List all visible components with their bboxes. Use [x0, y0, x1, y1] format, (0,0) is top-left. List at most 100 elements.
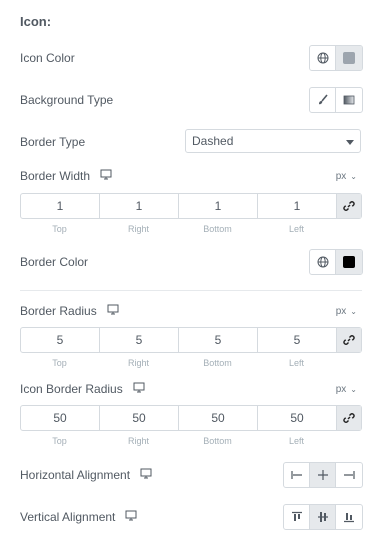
chevron-down-icon: ⌄: [350, 307, 357, 316]
border-width-side-labels: Top Right Bottom Left: [20, 224, 336, 234]
align-center-horizontal-icon: [317, 470, 328, 480]
monitor-icon[interactable]: [133, 382, 145, 396]
icon-border-radius-side-labels: Top Right Bottom Left: [20, 436, 336, 446]
globe-icon: [317, 52, 328, 64]
border-color-swatch: [343, 256, 355, 268]
monitor-icon[interactable]: [107, 304, 119, 318]
align-middle-icon: [317, 512, 328, 522]
border-color-picker-button[interactable]: [336, 250, 362, 274]
align-middle-button[interactable]: [310, 505, 336, 529]
link-icon: [343, 201, 355, 211]
side-label-left: Left: [288, 436, 304, 446]
border-radius-unit-select[interactable]: px ⌄: [336, 306, 357, 317]
align-end-horizontal-icon: [344, 471, 355, 479]
gradient-icon: [343, 95, 355, 105]
icon-color-controls: [309, 45, 363, 71]
align-start-horizontal-icon: [290, 471, 302, 479]
border-width-right-input[interactable]: 1: [100, 194, 179, 218]
horizontal-alignment-label: Horizontal Alignment: [20, 468, 152, 482]
background-type-label: Background Type: [20, 93, 113, 107]
border-width-unit-select[interactable]: px ⌄: [336, 171, 357, 182]
icon-color-label: Icon Color: [20, 51, 75, 65]
background-classic-button[interactable]: [310, 88, 336, 112]
align-center-button[interactable]: [310, 463, 336, 487]
side-label-right: Right: [127, 224, 149, 234]
monitor-icon[interactable]: [125, 510, 137, 524]
icon-color-picker-button[interactable]: [336, 46, 362, 70]
background-gradient-button[interactable]: [336, 88, 362, 112]
side-label-top: Top: [52, 436, 67, 446]
align-bottom-icon: [344, 513, 354, 523]
align-top-icon: [291, 511, 302, 521]
border-color-controls: [309, 249, 363, 275]
side-label-top: Top: [52, 224, 67, 234]
border-width-inputs: 1 1 1 1: [20, 193, 362, 219]
border-width-left-input[interactable]: 1: [258, 194, 337, 218]
icon-border-radius-inputs: 50 50 50 50: [20, 405, 362, 431]
side-label-right: Right: [127, 436, 149, 446]
border-radius-bottom-input[interactable]: 5: [179, 328, 258, 352]
monitor-icon[interactable]: [140, 468, 152, 482]
globe-icon: [317, 256, 328, 268]
border-type-value: Dashed: [192, 134, 234, 148]
section-title: Icon:: [20, 14, 52, 29]
paint-brush-icon: [318, 94, 328, 105]
link-icon: [343, 335, 355, 345]
chevron-down-icon: ⌄: [350, 172, 357, 181]
border-radius-top-input[interactable]: 5: [21, 328, 100, 352]
link-values-button[interactable]: [337, 194, 361, 218]
vertical-alignment-label: Vertical Alignment: [20, 510, 137, 524]
side-label-bottom: Bottom: [203, 358, 232, 368]
link-values-button[interactable]: [337, 406, 361, 430]
border-color-global-button[interactable]: [310, 250, 336, 274]
vertical-alignment-controls: [283, 504, 363, 530]
border-radius-side-labels: Top Right Bottom Left: [20, 358, 336, 368]
icon-color-global-button[interactable]: [310, 46, 336, 70]
chevron-down-icon: ⌄: [350, 385, 357, 394]
border-width-unit: px: [335, 171, 347, 182]
icon-border-radius-bottom-input[interactable]: 50: [179, 406, 258, 430]
icon-border-radius-unit: px: [335, 384, 347, 395]
icon-border-radius-left-input[interactable]: 50: [258, 406, 337, 430]
align-start-button[interactable]: [284, 463, 310, 487]
side-label-bottom: Bottom: [203, 224, 232, 234]
align-top-button[interactable]: [284, 505, 310, 529]
icon-border-radius-label: Icon Border Radius: [20, 382, 145, 396]
border-width-label: Border Width: [20, 169, 112, 183]
border-radius-inputs: 5 5 5 5: [20, 327, 362, 353]
background-type-controls: [309, 87, 363, 113]
side-label-bottom: Bottom: [203, 436, 232, 446]
align-bottom-button[interactable]: [336, 505, 362, 529]
icon-color-swatch: [343, 52, 355, 64]
link-icon: [343, 413, 355, 423]
border-type-label-text: Border Type: [20, 135, 86, 149]
border-type-label: Border Type: [20, 135, 85, 149]
border-type-select[interactable]: Dashed: [185, 129, 361, 153]
vertical-alignment-label-text: Vertical Alignment: [20, 510, 116, 524]
icon-border-radius-top-input[interactable]: 50: [21, 406, 100, 430]
link-values-button[interactable]: [337, 328, 361, 352]
border-radius-label: Border Radius: [20, 304, 119, 318]
monitor-icon[interactable]: [100, 169, 112, 183]
chevron-down-icon: [346, 140, 354, 145]
border-width-bottom-input[interactable]: 1: [179, 194, 258, 218]
icon-border-radius-label-text: Icon Border Radius: [20, 382, 123, 396]
side-label-right: Right: [127, 358, 149, 368]
side-label-left: Left: [288, 224, 304, 234]
border-width-label-text: Border Width: [20, 169, 91, 183]
icon-border-radius-unit-select[interactable]: px ⌄: [336, 384, 357, 395]
horizontal-alignment-controls: [283, 462, 363, 488]
border-width-top-input[interactable]: 1: [21, 194, 100, 218]
border-radius-label-text: Border Radius: [20, 304, 97, 318]
border-color-label: Border Color: [20, 255, 88, 269]
side-label-top: Top: [52, 358, 67, 368]
horizontal-alignment-label-text: Horizontal Alignment: [20, 468, 131, 482]
border-color-label-text: Border Color: [20, 255, 89, 269]
border-radius-left-input[interactable]: 5: [258, 328, 337, 352]
align-end-button[interactable]: [336, 463, 362, 487]
background-type-label-text: Background Type: [20, 93, 114, 107]
border-radius-right-input[interactable]: 5: [100, 328, 179, 352]
divider: [20, 290, 362, 291]
side-label-left: Left: [288, 358, 304, 368]
icon-border-radius-right-input[interactable]: 50: [100, 406, 179, 430]
